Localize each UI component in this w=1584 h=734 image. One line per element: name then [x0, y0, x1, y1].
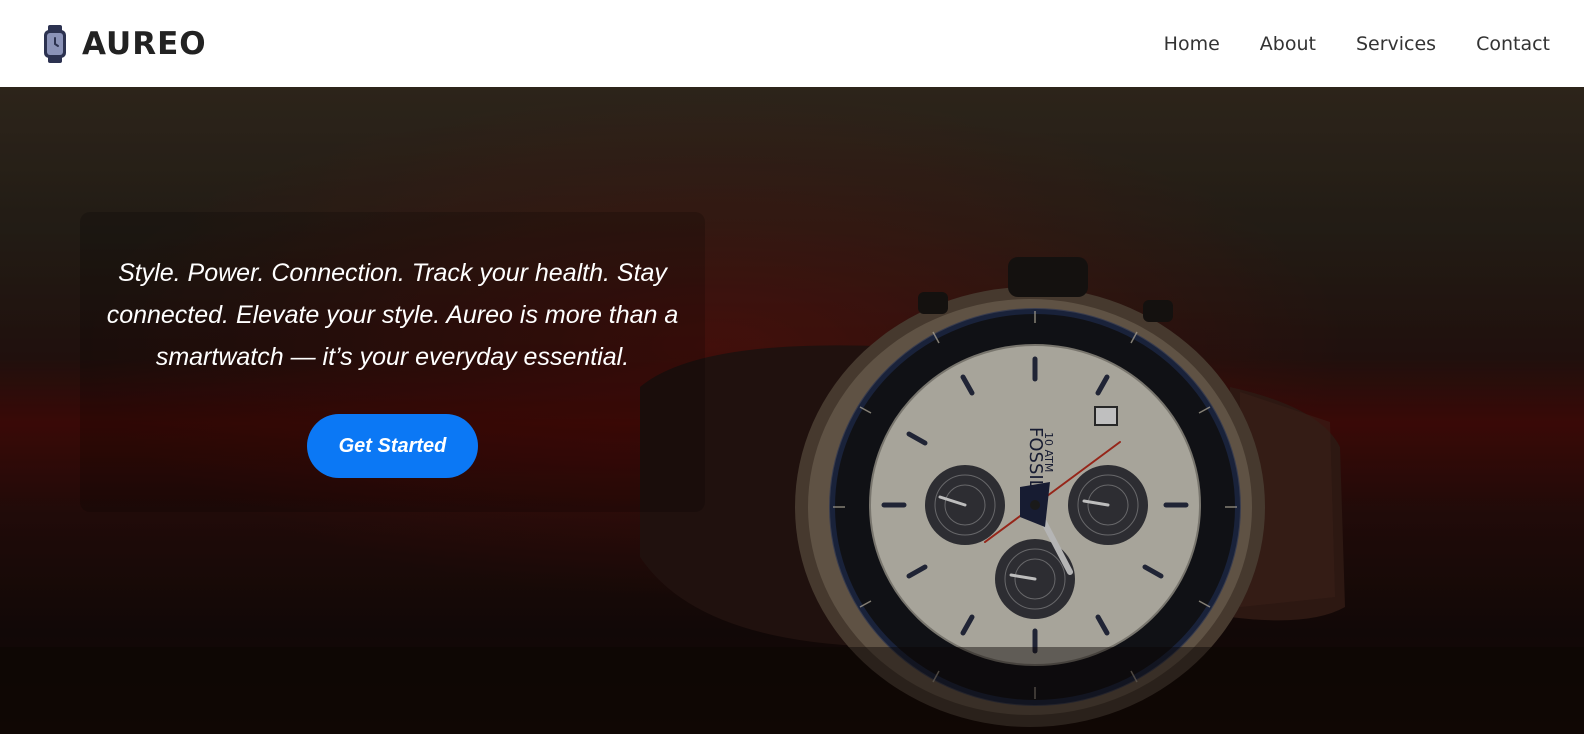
smartwatch-icon — [44, 24, 66, 63]
brand-name: AUREO — [82, 25, 207, 62]
hero-tagline: Style. Power. Connection. Track your hea… — [106, 259, 679, 371]
nav-about-link[interactable]: About — [1260, 33, 1316, 55]
nav-home-link[interactable]: Home — [1164, 33, 1220, 55]
hero-section: FOSSIL 10 ATM Style. Power. Connection. … — [0, 87, 1584, 734]
nav-services-link[interactable]: Services — [1356, 33, 1436, 55]
main-nav: Home About Services Contact — [1164, 33, 1550, 55]
nav-contact-link[interactable]: Contact — [1476, 33, 1550, 55]
site-header: AUREO Home About Services Contact — [0, 0, 1584, 87]
get-started-button[interactable]: Get Started — [307, 414, 478, 478]
brand-logo[interactable]: AUREO — [42, 24, 207, 63]
